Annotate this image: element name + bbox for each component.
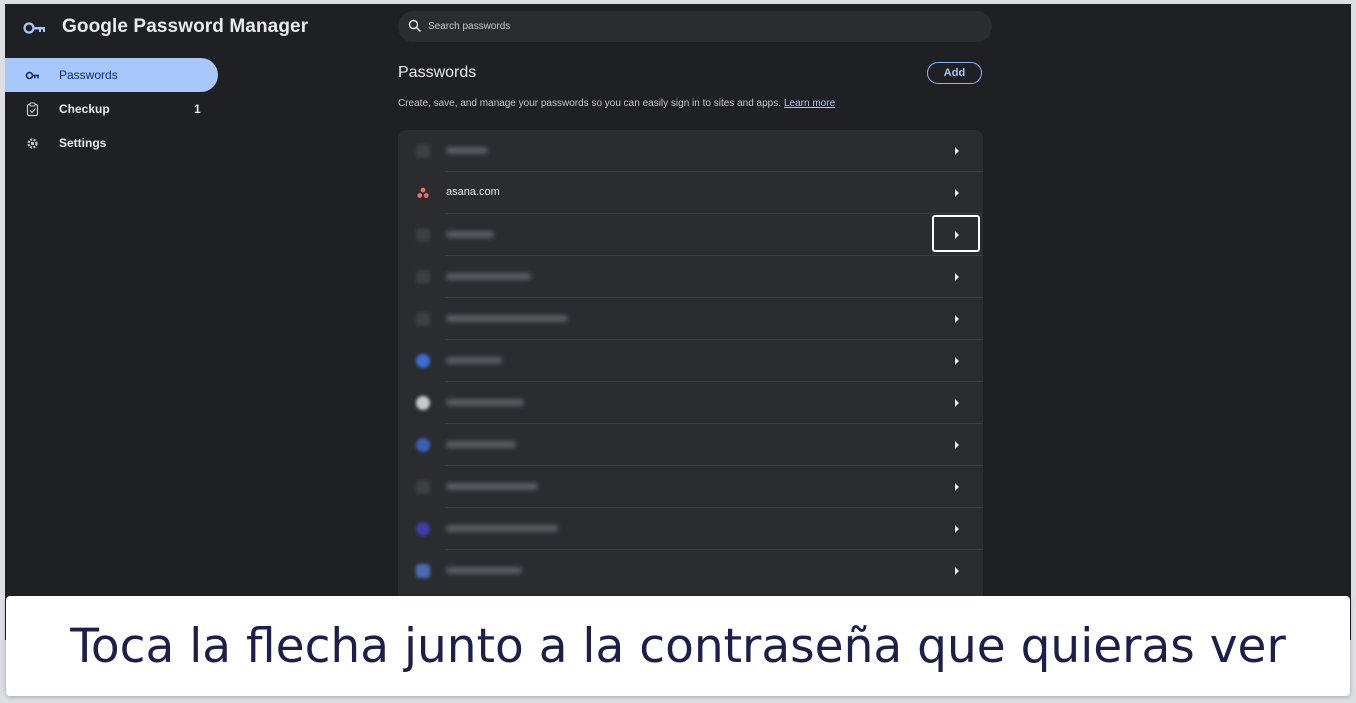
site-favicon-icon <box>416 480 430 494</box>
clipboard-check-icon <box>26 102 39 117</box>
blurred-site-name <box>446 147 488 154</box>
chevron-right-icon[interactable] <box>955 525 959 533</box>
site-favicon-icon <box>416 354 430 368</box>
blurred-site-name <box>446 567 522 574</box>
sidebar-item-label: Settings <box>59 136 107 150</box>
header: Google Password Manager <box>5 4 1351 54</box>
blurred-site-name <box>446 483 538 490</box>
password-list: asana.com <box>398 130 983 640</box>
blurred-site-name <box>446 525 558 532</box>
password-row[interactable] <box>398 466 983 508</box>
password-manager-window: Google Password Manager Passwords Checku… <box>5 4 1351 640</box>
chevron-right-icon[interactable] <box>955 567 959 575</box>
blurred-site-name <box>446 315 568 322</box>
site-name: asana.com <box>446 186 500 198</box>
site-favicon-icon <box>416 144 430 158</box>
sidebar-item-label: Checkup <box>59 102 110 116</box>
sidebar-item-checkup[interactable]: Checkup 1 <box>5 92 218 126</box>
search-input[interactable] <box>428 11 968 42</box>
password-row[interactable] <box>398 508 983 550</box>
key-icon <box>25 71 39 80</box>
key-icon <box>23 22 45 34</box>
site-favicon-icon <box>416 522 430 536</box>
search-bar[interactable] <box>398 11 992 42</box>
chevron-right-icon[interactable] <box>955 231 959 239</box>
learn-more-link[interactable]: Learn more <box>784 98 835 109</box>
chevron-right-icon[interactable] <box>955 483 959 491</box>
site-favicon-icon <box>416 396 430 410</box>
blurred-site-name <box>446 357 502 364</box>
page-description: Create, save, and manage your passwords … <box>398 98 835 109</box>
page-title: Passwords <box>398 64 477 81</box>
chevron-right-icon[interactable] <box>955 147 959 155</box>
asana-icon <box>417 187 429 198</box>
checkup-count-badge: 1 <box>194 102 201 116</box>
gear-icon <box>27 138 38 149</box>
password-row[interactable] <box>398 340 983 382</box>
blurred-site-name <box>446 231 494 238</box>
sidebar-item-passwords[interactable]: Passwords <box>5 58 218 92</box>
site-favicon-icon <box>416 564 430 578</box>
app-title: Google Password Manager <box>62 16 309 37</box>
password-row[interactable] <box>398 424 983 466</box>
add-password-button[interactable]: Add <box>927 62 982 84</box>
chevron-right-icon[interactable] <box>955 315 959 323</box>
chevron-right-icon[interactable] <box>955 273 959 281</box>
blurred-site-name <box>446 273 531 280</box>
password-row-asana[interactable]: asana.com <box>398 172 983 252</box>
site-favicon-icon <box>416 228 430 242</box>
password-row[interactable] <box>398 256 983 298</box>
site-favicon-icon <box>416 438 430 452</box>
password-row[interactable] <box>398 382 983 424</box>
site-favicon-icon <box>416 312 430 326</box>
chevron-right-icon[interactable] <box>955 399 959 407</box>
search-icon <box>408 19 422 33</box>
blurred-site-name <box>446 399 524 406</box>
sidebar-item-settings[interactable]: Settings <box>5 126 218 160</box>
password-row[interactable] <box>398 130 983 172</box>
instruction-caption: Toca la flecha junto a la contraseña que… <box>6 596 1350 696</box>
chevron-right-icon[interactable] <box>955 189 959 197</box>
chevron-right-icon[interactable] <box>955 441 959 449</box>
description-text: Create, save, and manage your passwords … <box>398 98 781 109</box>
password-row[interactable] <box>398 298 983 340</box>
sidebar-item-label: Passwords <box>59 68 118 82</box>
password-row[interactable] <box>398 214 983 256</box>
site-favicon-icon <box>416 270 430 284</box>
blurred-site-name <box>446 441 516 448</box>
chevron-right-icon[interactable] <box>955 357 959 365</box>
password-row[interactable] <box>398 550 983 592</box>
